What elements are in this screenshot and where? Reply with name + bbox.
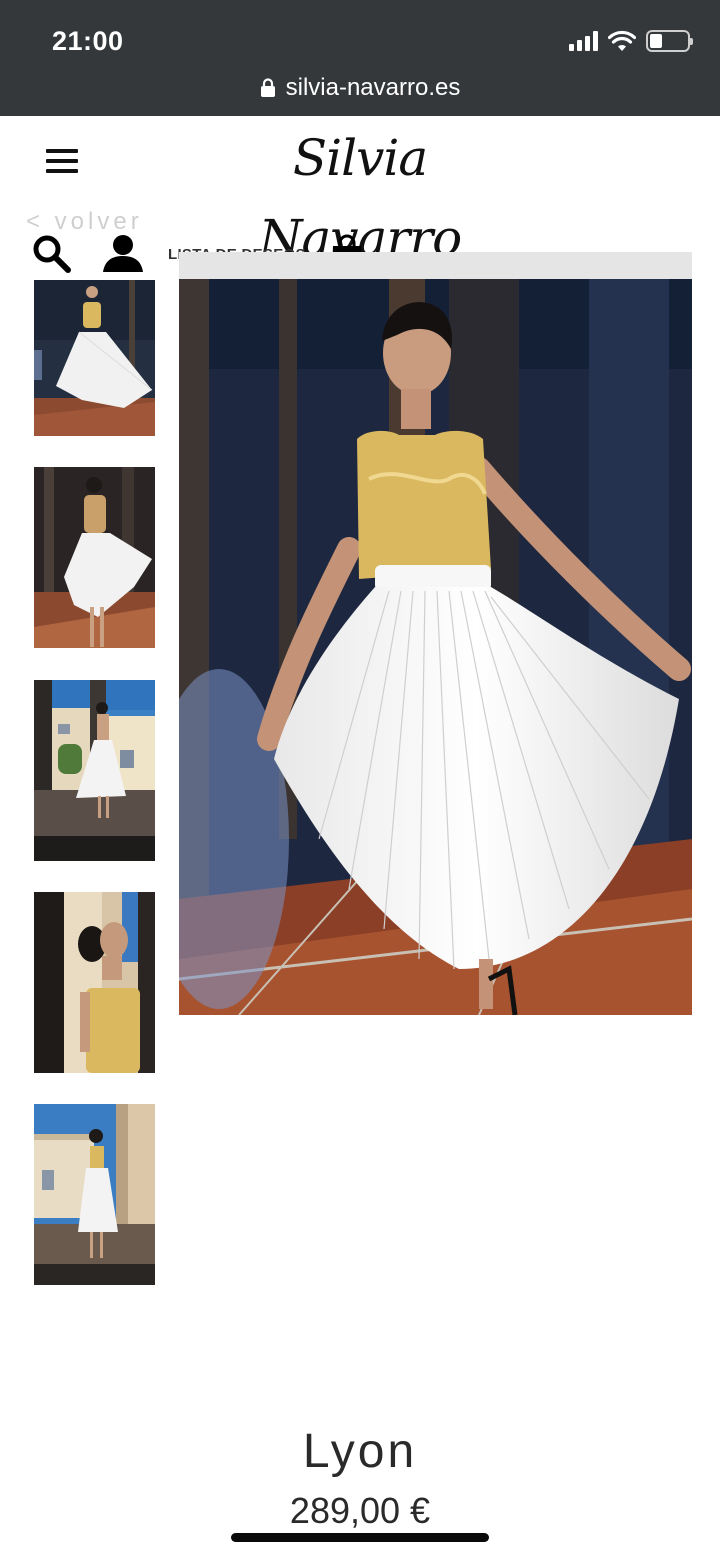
product-price: 289,00 € xyxy=(289,1490,431,1531)
home-indicator[interactable] xyxy=(231,1533,489,1542)
gallery-thumbnail-4[interactable] xyxy=(34,892,155,1073)
site-logo[interactable]: Silvia Navarro xyxy=(200,118,520,267)
gallery-thumbnail-1[interactable] xyxy=(34,280,155,436)
gallery-thumbnail-5[interactable] xyxy=(34,1104,155,1285)
lock-icon xyxy=(260,78,275,97)
product-name: Lyon xyxy=(302,1425,418,1478)
search-icon[interactable] xyxy=(30,232,74,276)
main-product-image[interactable] xyxy=(179,252,692,1015)
wifi-icon xyxy=(608,30,636,51)
gallery-thumbnail-3[interactable] xyxy=(34,680,155,861)
url-text: silvia-navarro.es xyxy=(285,74,461,101)
status-time: 21:00 xyxy=(52,26,124,56)
battery-icon xyxy=(646,30,693,52)
hamburger-menu-icon[interactable] xyxy=(44,146,80,176)
status-bar: 21:00 silvia-navarro.es xyxy=(0,0,720,116)
dress-photo xyxy=(179,279,692,1015)
address-bar[interactable]: silvia-navarro.es xyxy=(0,74,720,102)
cellular-signal-icon xyxy=(569,31,598,51)
user-icon[interactable] xyxy=(100,232,146,276)
gallery-thumbnail-2[interactable] xyxy=(34,467,155,648)
status-icons xyxy=(569,30,693,52)
